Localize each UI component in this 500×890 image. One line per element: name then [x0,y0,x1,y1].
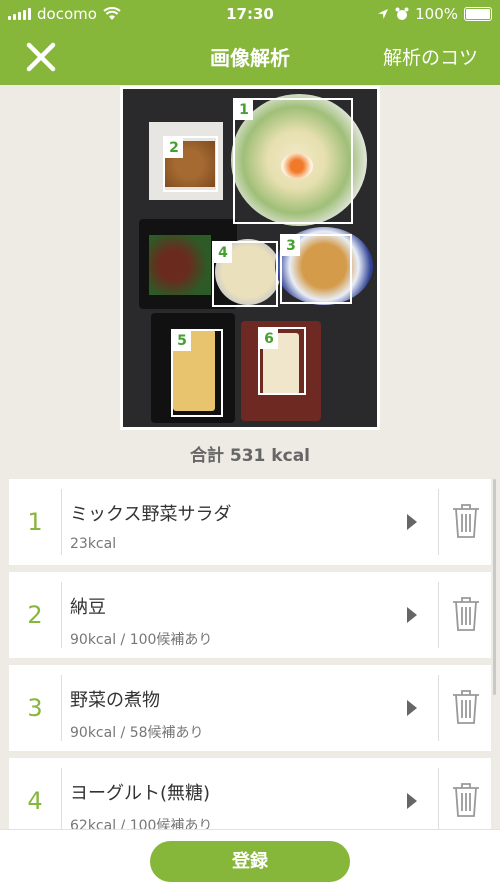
item-name[interactable]: 野菜の煮物 [70,686,160,712]
scrollbar[interactable] [493,479,496,695]
detection-label-5: 5 [173,331,191,351]
divider [61,768,62,834]
divider [438,675,439,741]
detection-label-4: 4 [214,243,232,263]
divider [61,675,62,741]
register-button[interactable]: 登録 [150,841,350,882]
list-item: 2 納豆 90kcal / 100候補あり [9,572,491,658]
nav-bar: 画像解析 解析のコツ [0,28,500,85]
item-index: 1 [27,508,43,536]
item-name[interactable]: ヨーグルト(無糖) [70,779,210,805]
tips-link[interactable]: 解析のコツ [383,43,478,70]
analyzed-photo: 1 2 3 4 5 6 [120,86,380,430]
battery-percent: 100% [415,5,458,23]
chevron-right-icon[interactable] [406,792,418,810]
total-calories: 合計 531 kcal [189,446,310,466]
detection-box-5[interactable]: 5 [171,329,223,417]
detection-label-1: 1 [235,100,253,120]
detection-box-1[interactable]: 1 [233,98,353,224]
divider [438,768,439,834]
detection-label-3: 3 [282,236,300,256]
item-detail: 90kcal / 58候補あり [70,725,204,741]
status-bar: docomo 17:30 100% [0,0,500,28]
item-name[interactable]: ミックス野菜サラダ [70,500,231,526]
chevron-right-icon[interactable] [406,699,418,717]
list-item: 1 ミックス野菜サラダ 23kcal [9,479,491,565]
alarm-icon [395,7,409,20]
detection-box-6[interactable]: 6 [258,327,306,395]
trash-icon[interactable] [451,596,481,632]
divider [438,489,439,555]
food-item-list: 1 ミックス野菜サラダ 23kcal 2 納豆 90kcal / 100候補あり… [9,479,491,851]
footer-bar: 登録 [0,829,500,890]
detection-label-6: 6 [260,329,278,349]
item-detail: 23kcal [70,536,117,552]
detection-box-2[interactable]: 2 [163,136,218,192]
item-name[interactable]: 納豆 [70,593,106,619]
battery-icon [464,7,492,21]
divider [438,582,439,648]
detection-label-2: 2 [165,138,183,158]
location-icon [378,9,389,19]
item-index: 2 [27,601,43,629]
trash-icon[interactable] [451,782,481,818]
meal-photo: 1 2 3 4 5 6 [123,89,377,427]
divider [61,582,62,648]
list-item: 3 野菜の煮物 90kcal / 58候補あり [9,665,491,751]
detection-box-4[interactable]: 4 [212,241,278,307]
trash-icon[interactable] [451,503,481,539]
divider [61,489,62,555]
item-detail: 90kcal / 100候補あり [70,632,213,648]
detection-box-3[interactable]: 3 [280,234,352,304]
chevron-right-icon[interactable] [406,513,418,531]
chevron-right-icon[interactable] [406,606,418,624]
item-index: 3 [27,694,43,722]
trash-icon[interactable] [451,689,481,725]
